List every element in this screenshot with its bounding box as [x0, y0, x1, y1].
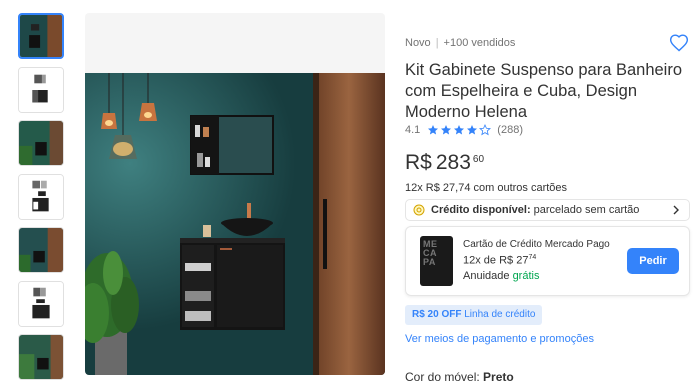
- subtitle-separator: |: [435, 37, 439, 49]
- thumbnail-4[interactable]: [18, 173, 64, 220]
- price-currency: R$: [405, 151, 432, 174]
- card-offer-title: Cartão de Crédito Mercado Pago: [463, 239, 610, 250]
- credit-detail: parcelado sem cartão: [533, 204, 640, 216]
- thumbnail-list: [18, 13, 66, 386]
- card-offer-installments: 12x de R$ 2774: [463, 254, 537, 267]
- card-offer-annual-fee: Anuidade grátis: [463, 270, 540, 282]
- request-card-button[interactable]: Pedir: [627, 248, 679, 274]
- star-icon: [441, 125, 452, 135]
- credit-card-image: ME CA PA: [420, 236, 453, 286]
- price: R$ 283 60: [405, 151, 484, 175]
- thumbnail-1[interactable]: [18, 13, 64, 59]
- star-icon: [428, 125, 439, 135]
- credit-label: Crédito disponível:: [431, 204, 531, 216]
- thumbnail-6[interactable]: [18, 280, 64, 327]
- thumbnail-3[interactable]: [18, 120, 64, 166]
- star-icon: [467, 125, 478, 135]
- rating-row[interactable]: 4.1 (288): [405, 124, 523, 136]
- thumbnail-7[interactable]: [18, 334, 64, 380]
- review-count: (288): [497, 124, 523, 136]
- star-empty-icon: [479, 124, 492, 136]
- rating-stars: [427, 124, 492, 136]
- thumbnail-2[interactable]: [18, 66, 64, 113]
- sold-count: +100 vendidos: [443, 37, 516, 49]
- thumbnail-5[interactable]: [18, 227, 64, 273]
- installments-text: 12x R$ 27,74 com outros cartões: [405, 182, 568, 194]
- price-amount: 283: [435, 151, 471, 174]
- product-title: Kit Gabinete Suspenso para Banheiro com …: [405, 61, 683, 121]
- star-icon: [454, 125, 465, 135]
- product-photo: [85, 73, 385, 375]
- payment-methods-link[interactable]: Ver meios de pagamento e promoções: [405, 333, 594, 345]
- furniture-color: Cor do móvel: Preto: [405, 370, 514, 384]
- heart-icon[interactable]: [669, 33, 689, 53]
- credit-card-offer: ME CA PA Cartão de Crédito Mercado Pago 12…: [405, 226, 690, 296]
- rating-value: 4.1: [405, 124, 421, 136]
- product-subtitle: Novo | +100 vendidos: [405, 37, 515, 49]
- product-main-image[interactable]: [85, 13, 385, 375]
- credit-available-banner[interactable]: Crédito disponível: parcelado sem cartão: [405, 199, 690, 221]
- chevron-right-icon: [673, 205, 679, 215]
- coin-icon: [413, 204, 425, 216]
- credit-card-image-text: ME CA PA: [423, 239, 438, 267]
- condition-label: Novo: [405, 37, 431, 49]
- price-cents: 60: [472, 154, 485, 165]
- credit-off-badge: R$ 20 OFF Linha de crédito: [405, 305, 543, 325]
